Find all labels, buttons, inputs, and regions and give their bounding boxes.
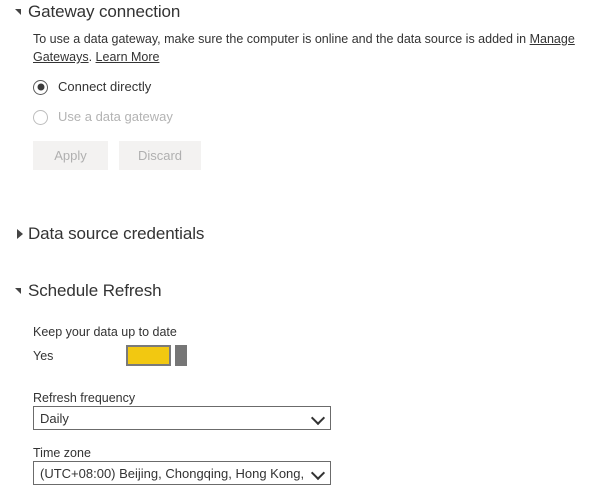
toggle-track	[126, 345, 171, 366]
section-title-schedule-refresh: Schedule Refresh	[28, 281, 162, 300]
refresh-frequency-value: Daily	[40, 410, 69, 426]
section-header-gateway-connection[interactable]: Gateway connection	[14, 2, 180, 22]
radio-button-selected-icon[interactable]	[33, 79, 48, 95]
gateway-description-text-1: To use a data gateway, make sure the com…	[33, 32, 530, 46]
triangle-right-icon[interactable]	[14, 228, 26, 240]
radio-label-connect-directly: Connect directly	[58, 79, 152, 94]
gateway-description-text-2: .	[88, 50, 96, 64]
section-header-data-source-credentials[interactable]: Data source credentials	[14, 224, 204, 244]
radio-option-use-a-data-gateway: Use a data gateway	[33, 107, 173, 127]
toggle-thumb[interactable]	[175, 345, 187, 366]
radio-label-use-a-data-gateway: Use a data gateway	[58, 109, 173, 124]
triangle-down-icon[interactable]	[14, 6, 26, 18]
radio-button-unselected-icon	[33, 109, 48, 125]
radio-option-connect-directly[interactable]: Connect directly	[33, 77, 151, 97]
triangle-down-icon[interactable]	[14, 285, 26, 297]
label-keep-your-data-up-to-date: Keep your data up to date	[33, 325, 177, 339]
keep-data-up-to-date-row: Yes	[33, 345, 333, 367]
gateway-description: To use a data gateway, make sure the com…	[33, 30, 589, 66]
time-zone-value: (UTC+08:00) Beijing, Chongqing, Hong Kon…	[40, 465, 308, 481]
label-time-zone: Time zone	[33, 446, 91, 460]
apply-button[interactable]: Apply	[33, 141, 108, 170]
learn-more-link[interactable]: Learn More	[96, 50, 160, 64]
section-header-schedule-refresh[interactable]: Schedule Refresh	[14, 281, 162, 301]
toggle-state-label: Yes	[33, 349, 54, 363]
time-zone-dropdown[interactable]: (UTC+08:00) Beijing, Chongqing, Hong Kon…	[33, 461, 331, 485]
keep-data-up-to-date-toggle[interactable]	[126, 345, 189, 366]
label-refresh-frequency: Refresh frequency	[33, 391, 136, 405]
section-title-gateway-connection: Gateway connection	[28, 2, 181, 21]
refresh-frequency-dropdown[interactable]: Daily	[33, 406, 331, 430]
section-title-data-source-credentials: Data source credentials	[28, 224, 205, 243]
chevron-down-icon[interactable]	[308, 462, 330, 484]
chevron-down-icon[interactable]	[308, 407, 330, 429]
discard-button[interactable]: Discard	[119, 141, 201, 170]
